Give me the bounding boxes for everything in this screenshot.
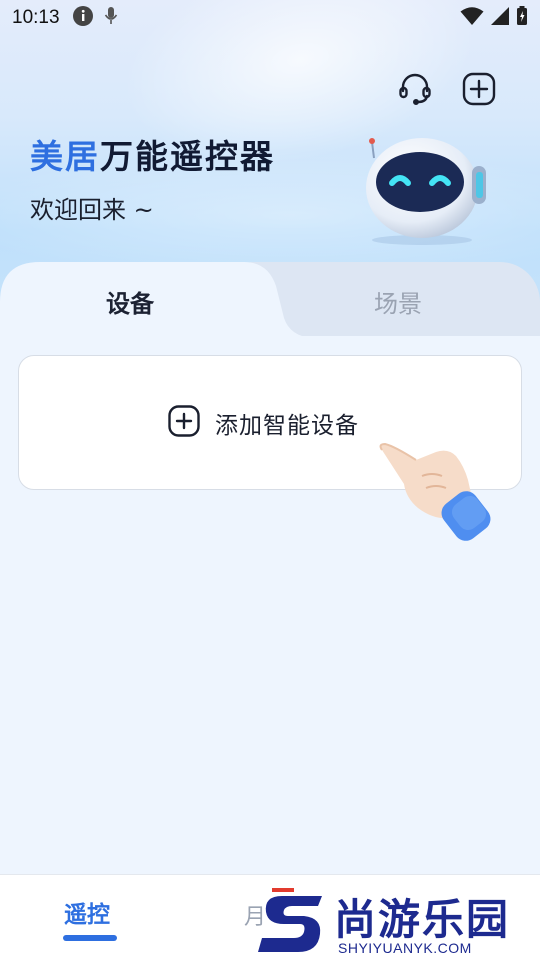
mic-icon	[104, 6, 118, 30]
tab-bar: 设备 场景	[0, 262, 540, 342]
add-device-label: 添加智能设备	[215, 412, 359, 439]
watermark-text: 尚游乐园	[334, 895, 511, 944]
nav-active-indicator	[63, 935, 117, 941]
welcome-subtitle: 欢迎回来 ~	[30, 196, 154, 224]
title-rest: 万能遥控器	[100, 137, 275, 176]
watermark-logo: 尚游乐园 SHYIYUANYK.COM	[258, 886, 540, 960]
tab-scenes[interactable]: 场景	[374, 284, 422, 319]
nav-remote[interactable]: 遥控	[64, 895, 110, 929]
headset-icon[interactable]	[396, 70, 434, 108]
watermark-url: SHYIYUANYK.COM	[338, 940, 472, 956]
battery-icon	[516, 6, 528, 30]
status-bar: 10:13	[0, 0, 540, 36]
pointing-hand-icon	[376, 436, 496, 548]
add-device-icon	[167, 404, 201, 442]
robot-mascot-icon	[352, 128, 502, 248]
status-time: 10:13	[12, 7, 60, 28]
header-actions	[396, 70, 498, 108]
app-title: 美居万能遥控器	[30, 130, 275, 178]
title-accent: 美居	[30, 137, 100, 176]
tab-devices-background	[0, 262, 540, 342]
wifi-icon	[460, 6, 484, 30]
signal-icon	[490, 6, 510, 30]
info-icon	[72, 5, 94, 31]
tab-devices[interactable]: 设备	[106, 284, 154, 319]
add-icon[interactable]	[460, 70, 498, 108]
